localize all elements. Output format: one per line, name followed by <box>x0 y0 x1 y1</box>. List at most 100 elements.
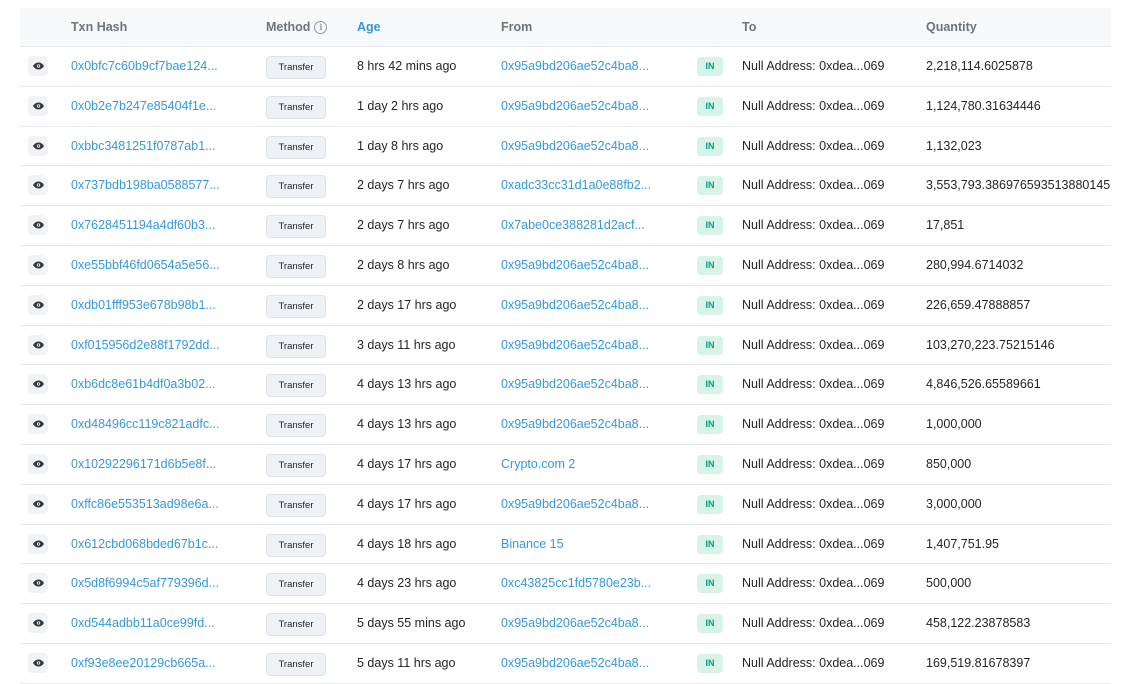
view-details-button[interactable] <box>28 533 48 554</box>
header-txn-hash: Txn Hash <box>71 20 128 34</box>
txn-hash-link[interactable]: 0xd544adbb11a0ce99fd... <box>71 604 215 642</box>
eye-icon <box>32 301 44 309</box>
view-details-button[interactable] <box>28 215 48 236</box>
view-details-button[interactable] <box>28 573 48 594</box>
txn-hash-link[interactable]: 0x5d8f6994c5af779396d... <box>71 564 219 602</box>
from-address-link[interactable]: 0x95a9bd206ae52c4ba8... <box>501 286 649 324</box>
view-details-button[interactable] <box>28 613 48 634</box>
direction-in-badge: IN <box>697 415 723 435</box>
view-details-button[interactable] <box>28 135 48 156</box>
from-address-link[interactable]: 0xadc33cc31d1a0e88fb2... <box>501 166 651 204</box>
txn-hash-link[interactable]: 0x10292296171d6b5e8f... <box>71 445 216 483</box>
view-details-button[interactable] <box>28 374 48 395</box>
quantity-value: 169,519.81678397 <box>926 655 1031 670</box>
to-address: Null Address: 0xdea...069 <box>742 456 885 471</box>
method-badge: Transfer <box>266 135 326 159</box>
quantity-value: 2,218,114.6025878 <box>926 59 1033 73</box>
view-details-button[interactable] <box>28 414 48 435</box>
txn-hash-link[interactable]: 0xffc86e553513ad98e6a... <box>71 485 219 523</box>
method-badge: Transfer <box>266 533 326 557</box>
from-address-link[interactable]: 0x95a9bd206ae52c4ba8... <box>501 485 649 523</box>
direction-in-badge: IN <box>697 534 723 554</box>
to-address: Null Address: 0xdea...069 <box>742 178 885 193</box>
age-text: 5 days 11 hrs ago <box>357 655 456 670</box>
direction-in-badge: IN <box>697 653 723 673</box>
eye-icon <box>32 460 44 468</box>
table-row: 0x612cbd068bded67b1c... Transfer 4 days 18… <box>20 525 1111 565</box>
from-address-link[interactable]: 0x95a9bd206ae52c4ba8... <box>501 127 649 165</box>
eye-icon <box>32 659 44 667</box>
from-address-link[interactable]: 0x95a9bd206ae52c4ba8... <box>501 326 649 364</box>
view-details-button[interactable] <box>28 453 48 474</box>
table-row: 0xd544adbb11a0ce99fd... Transfer 5 days 55… <box>20 604 1111 644</box>
from-address-link[interactable]: 0x95a9bd206ae52c4ba8... <box>501 604 649 642</box>
txn-hash-link[interactable]: 0xd48496cc119c821adfc... <box>71 405 220 443</box>
view-details-button[interactable] <box>28 254 48 275</box>
from-address-link[interactable]: Crypto.com 2 <box>501 445 575 483</box>
table-row: 0x737bdb198ba0588577... Transfer 2 days 7 … <box>20 166 1111 207</box>
direction-in-badge: IN <box>697 614 723 634</box>
view-details-button[interactable] <box>28 56 48 76</box>
age-text: 4 days 18 hrs ago <box>357 536 457 551</box>
table-header: Txn Hash Method i Age From To Quantity <box>20 8 1111 47</box>
to-address: Null Address: 0xdea...069 <box>742 576 885 591</box>
age-text: 2 days 8 hrs ago <box>357 257 450 272</box>
txn-hash-link[interactable]: 0x0bfc7c60b9cf7bae124... <box>71 47 218 85</box>
method-badge: Transfer <box>266 573 326 597</box>
txn-hash-link[interactable]: 0xe55bbf46fd0654a5e56... <box>71 246 220 284</box>
eye-icon <box>32 261 44 269</box>
method-badge: Transfer <box>266 493 326 517</box>
to-address: Null Address: 0xdea...069 <box>742 98 885 113</box>
header-age-sort[interactable]: Age <box>357 8 381 46</box>
eye-icon <box>32 380 44 388</box>
txn-hash-link[interactable]: 0xdb01fff953e678b98b1... <box>71 286 216 324</box>
to-address: Null Address: 0xdea...069 <box>742 536 885 551</box>
txn-hash-link[interactable]: 0xf93e8ee20129cb665a... <box>71 644 216 682</box>
from-address-link[interactable]: 0x95a9bd206ae52c4ba8... <box>501 644 649 682</box>
view-details-button[interactable] <box>28 175 48 196</box>
txn-hash-link[interactable]: 0x737bdb198ba0588577... <box>71 166 220 204</box>
from-address-link[interactable]: 0x95a9bd206ae52c4ba8... <box>501 365 649 403</box>
view-details-button[interactable] <box>28 294 48 315</box>
txn-hash-link[interactable]: 0x7628451194a4df60b3... <box>71 206 215 244</box>
eye-icon <box>32 341 44 349</box>
age-text: 5 days 55 mins ago <box>357 616 466 631</box>
txn-hash-link[interactable]: 0x612cbd068bded67b1c... <box>71 525 218 563</box>
view-details-button[interactable] <box>28 652 48 673</box>
age-text: 1 day 8 hrs ago <box>357 138 444 153</box>
from-address-link[interactable]: 0x95a9bd206ae52c4ba8... <box>501 87 649 125</box>
quantity-value: 226,659.47888857 <box>926 297 1031 312</box>
from-address-link[interactable]: 0x7abe0ce388281d2acf... <box>501 206 645 244</box>
method-badge: Transfer <box>266 652 326 676</box>
table-row: 0xe55bbf46fd0654a5e56... Transfer 2 days 8… <box>20 246 1111 286</box>
quantity-value: 458,122.23878583 <box>926 616 1031 631</box>
from-address-link[interactable]: 0x95a9bd206ae52c4ba8... <box>501 246 649 284</box>
direction-in-badge: IN <box>697 375 723 395</box>
direction-in-badge: IN <box>697 494 723 514</box>
age-text: 1 day 2 hrs ago <box>357 98 444 113</box>
age-text: 2 days 7 hrs ago <box>357 218 450 233</box>
to-address: Null Address: 0xdea...069 <box>742 496 885 511</box>
info-circle-icon[interactable]: i <box>314 21 328 34</box>
table-body: 0x0bfc7c60b9cf7bae124... Transfer 8 hrs 42… <box>20 47 1111 684</box>
direction-in-badge: IN <box>697 216 723 236</box>
to-address: Null Address: 0xdea...069 <box>742 138 885 153</box>
view-details-button[interactable] <box>28 493 48 514</box>
txn-hash-link[interactable]: 0x0b2e7b247e85404f1e... <box>71 87 216 125</box>
from-address-link[interactable]: Binance 15 <box>501 525 564 563</box>
direction-in-badge: IN <box>697 57 723 76</box>
eye-icon <box>32 420 44 428</box>
quantity-value: 280,994.6714032 <box>926 257 1024 272</box>
method-badge: Transfer <box>266 95 326 119</box>
table-row: 0xbbc3481251f0787ab1... Transfer 1 day 8 h… <box>20 127 1111 167</box>
table-row: 0xdb01fff953e678b98b1... Transfer 2 days 1… <box>20 286 1111 326</box>
from-address-link[interactable]: 0x95a9bd206ae52c4ba8... <box>501 405 649 443</box>
txn-hash-link[interactable]: 0xf015956d2e88f1792dd... <box>71 326 220 364</box>
view-details-button[interactable] <box>28 334 48 355</box>
view-details-button[interactable] <box>28 95 48 116</box>
from-address-link[interactable]: 0xc43825cc1fd5780e23b... <box>501 564 651 602</box>
txn-hash-link[interactable]: 0xb6dc8e61b4df0a3b02... <box>71 365 216 403</box>
from-address-link[interactable]: 0x95a9bd206ae52c4ba8... <box>501 47 649 85</box>
txn-hash-link[interactable]: 0xbbc3481251f0787ab1... <box>71 127 216 165</box>
table-row: 0x10292296171d6b5e8f... Transfer 4 days 17… <box>20 445 1111 485</box>
